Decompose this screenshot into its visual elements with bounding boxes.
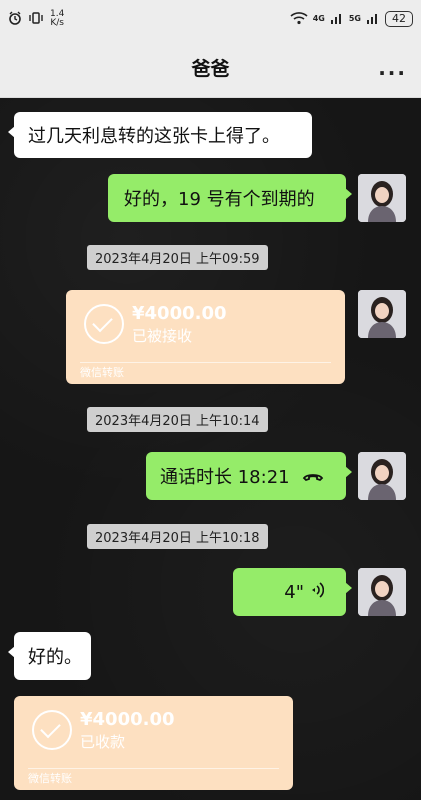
transfer-status: 已收款 [80, 733, 126, 751]
vibrate-icon [28, 10, 44, 29]
transfer-amount: ¥4000.00 [132, 303, 227, 324]
transfer-card[interactable]: ¥4000.00 已收款 微信转账 [14, 696, 293, 790]
avatar[interactable] [358, 452, 406, 500]
avatar[interactable] [358, 290, 406, 338]
status-bar: 1.4 K/s 4G 5G 42 [0, 0, 421, 38]
check-circle-icon [84, 304, 124, 344]
call-record-bubble[interactable]: 通话时长 18:21 [146, 452, 352, 500]
transfer-card[interactable]: ¥4000.00 已被接收 微信转账 [66, 290, 345, 384]
transfer-footer: 微信转账 [28, 772, 72, 785]
message-text: 好的，19 号有个到期的 [124, 189, 315, 210]
chat-area[interactable]: 过几天利息转的这张卡上得了。 好的，19 号有个到期的 2023年4月20日 上… [0, 98, 421, 800]
network-type-1: 4G [312, 14, 325, 23]
message-text: 过几天利息转的这张卡上得了。 [28, 126, 280, 147]
message-bubble[interactable]: 好的，19 号有个到期的 [108, 174, 352, 222]
divider [28, 768, 279, 769]
timestamp: 2023年4月20日 上午10:18 [87, 524, 268, 549]
network-type-2: 5G [348, 14, 361, 23]
battery-indicator: 42 [385, 11, 413, 27]
transfer-footer: 微信转账 [80, 366, 124, 379]
more-options-icon[interactable]: ... [378, 56, 407, 80]
network-speed: 1.4 K/s [50, 9, 65, 28]
call-duration-text: 通话时长 18:21 [160, 467, 290, 488]
signal-icon [366, 10, 380, 29]
chat-title: 爸爸 [191, 58, 230, 80]
phone-hangup-icon [302, 466, 324, 487]
message-text: 好的。 [28, 647, 82, 668]
message-bubble[interactable]: 好的。 [8, 632, 91, 680]
avatar[interactable] [358, 568, 406, 616]
avatar-photo [358, 452, 406, 500]
timestamp: 2023年4月20日 上午10:14 [87, 407, 268, 432]
alarm-icon [8, 10, 22, 29]
avatar[interactable] [358, 174, 406, 222]
message-bubble[interactable]: 过几天利息转的这张卡上得了。 [8, 112, 312, 158]
timestamp: 2023年4月20日 上午09:59 [87, 245, 268, 270]
avatar-photo [358, 174, 406, 222]
chat-header: 爸爸 ... [0, 38, 421, 98]
wifi-icon [290, 10, 308, 29]
divider [80, 362, 331, 363]
transfer-amount: ¥4000.00 [80, 709, 175, 730]
check-circle-icon [32, 710, 72, 750]
voice-duration: 4" [284, 581, 304, 603]
signal-icon [330, 10, 344, 29]
transfer-status: 已被接收 [132, 327, 193, 345]
voice-wave-icon [310, 581, 325, 604]
avatar-photo [358, 290, 406, 338]
avatar-photo [358, 568, 406, 616]
voice-message-bubble[interactable]: 4" [233, 568, 352, 616]
